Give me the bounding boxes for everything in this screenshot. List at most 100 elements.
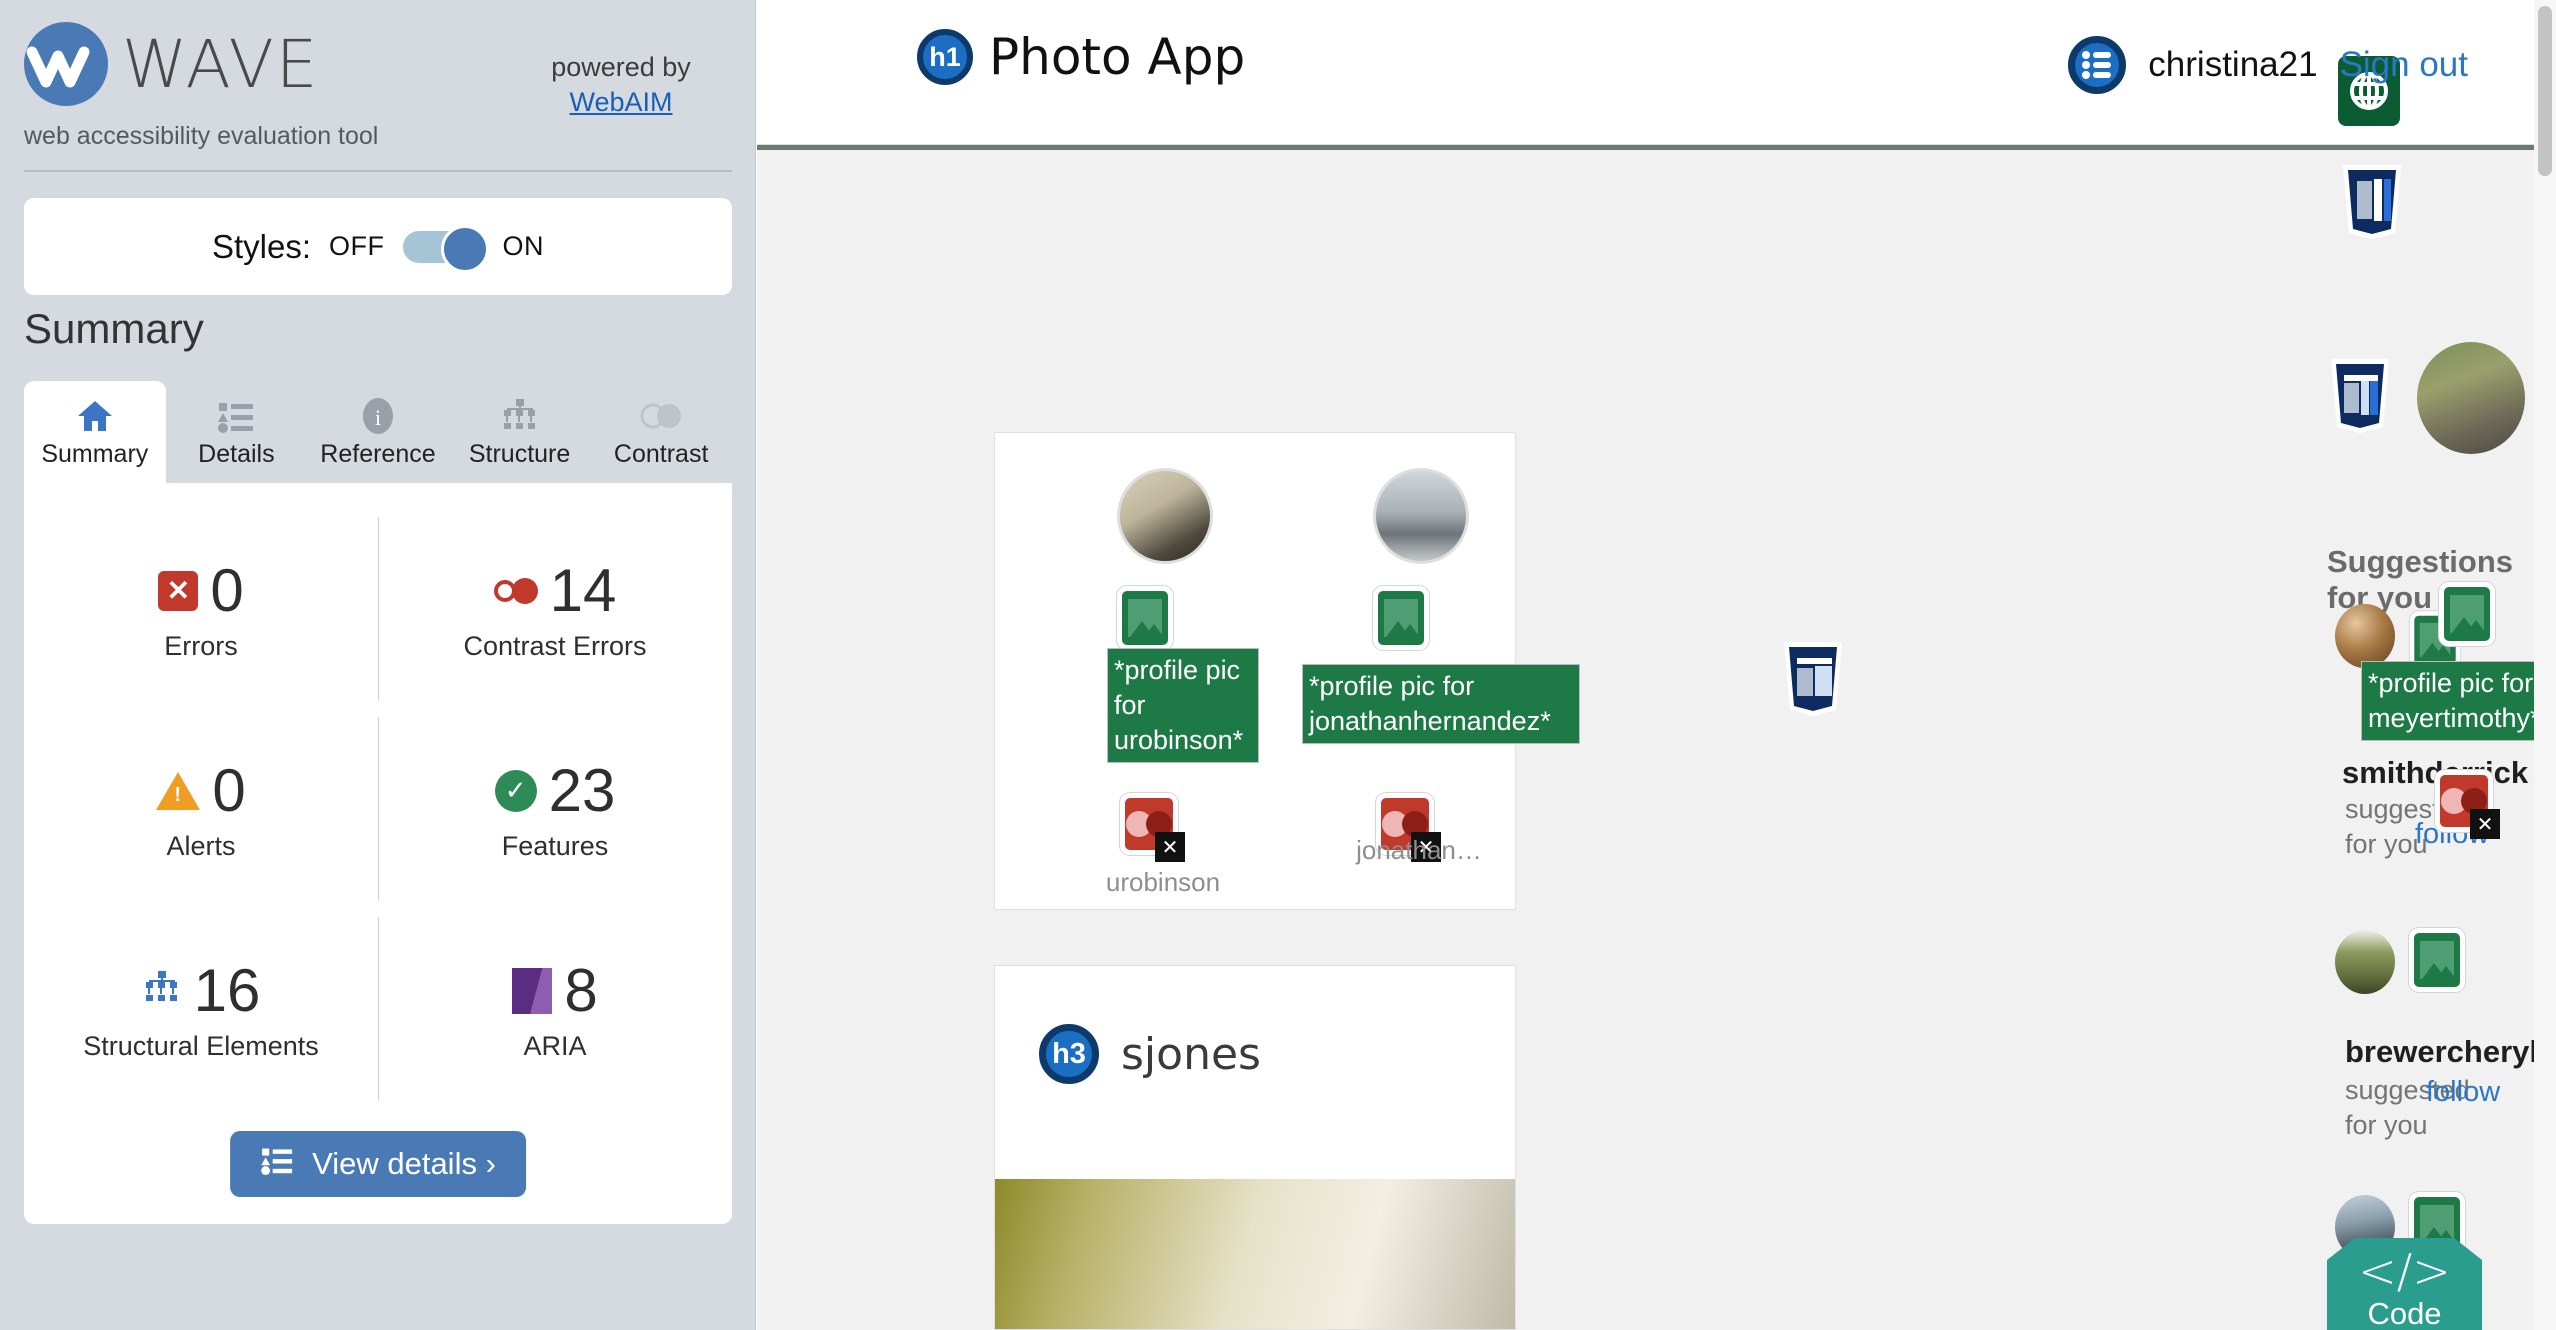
story-username: urobinson [1105,867,1221,897]
powered-by: powered by WebAIM [516,52,726,118]
stat-contrast-label: Contrast Errors [463,631,647,661]
styles-switch[interactable] [402,224,489,273]
list-icon [260,1145,294,1183]
story-username: jonathan… [1356,835,1482,865]
post-author[interactable]: h3 sjones [1039,1024,1261,1084]
avatar [2417,342,2525,454]
styles-label: Styles: [211,227,312,265]
stats-row: 16 Structural Elements 8 ARIA [24,909,732,1109]
tab-contrast-label: Contrast [613,439,709,468]
wave-sidebar: WAVE web accessibility evaluation tool p… [0,0,756,1330]
stat-errors: ✕ 0 Errors [24,509,378,709]
switch-knob [440,224,489,273]
summary-panel: Summary Details i Reference Structure Co… [24,381,732,1224]
stat-errors-label: Errors [164,631,238,661]
tab-contrast[interactable]: Contrast [590,381,732,483]
stat-features-value: 23 [548,757,616,824]
webaim-link[interactable]: WebAIM [516,87,726,118]
h1-badge: h1 [917,29,973,85]
feature-icon: ✓ [494,769,537,812]
page-title: Summary [24,305,204,352]
error-icon: ✕ [158,570,199,611]
svg-text:i: i [375,405,381,430]
stat-aria-label: ARIA [523,1031,587,1061]
story-item[interactable] [1095,468,1235,564]
sign-out-link[interactable]: Sign out [2340,45,2468,85]
suggestion-subtitle: suggested for you [2345,1075,2470,1140]
structural-element-icon [1782,640,1842,716]
code-icon: </> [2358,1244,2451,1298]
avatar [2335,930,2395,994]
info-icon: i [361,396,395,436]
tab-structure[interactable]: Structure [449,381,591,483]
styles-toggle-card: Styles: OFF ON [24,198,732,295]
tab-details-label: Details [198,439,275,468]
code-button[interactable]: </> Code [2327,1238,2482,1330]
header-separator [757,145,2556,150]
alt-text-flag: *profile pic for urobinson* [1107,648,1259,764]
stat-alerts-label: Alerts [166,831,236,861]
account-username[interactable]: christina21 [2148,45,2317,85]
contrast-error-icon: ✕ [1120,793,1185,862]
tab-reference-label: Reference [320,439,436,468]
post-image [995,1179,1515,1329]
wave-tagline: web accessibility evaluation tool [24,122,379,150]
stats-row: 0 Alerts ✓ 23 Features [24,709,732,909]
tab-summary[interactable]: Summary [24,381,166,483]
scrollbar[interactable] [2534,0,2556,1330]
post-card: h3 sjones [994,965,1516,1330]
app-brand[interactable]: h1 Photo App [917,28,1245,86]
stat-features: ✓ 23 Features [378,709,732,909]
stats-grid: ✕ 0 Errors 14 Contrast Errors 0 Al [24,483,732,1109]
image-alt-icon [1373,586,1429,650]
aria-icon [512,967,553,1014]
photo-app-page: h1 Photo App christina21 Sign out *profi… [757,0,2556,1330]
code-button-label: Code [2367,1296,2442,1330]
wave-logo-icon [24,22,108,106]
avatar [1117,468,1213,564]
toggle-off-label: OFF [329,231,385,261]
suggestion-name[interactable]: brewercheryl [2345,1034,2538,1070]
wave-wordmark: WAVE [122,25,320,103]
avatar [2335,604,2395,668]
structure-icon [142,970,182,1011]
toggle-on-label: ON [502,231,545,261]
structural-element-icon [2329,357,2389,433]
view-details-button[interactable]: View details › [230,1131,526,1197]
stats-row: ✕ 0 Errors 14 Contrast Errors [24,509,732,709]
tab-reference[interactable]: i Reference [307,381,449,483]
sitemap-icon [500,396,540,436]
contrast-icon [639,396,683,436]
alert-icon [156,771,201,810]
alt-text-flag: *profile pic for jonathanhernandez* [1302,664,1580,745]
stat-alerts: 0 Alerts [24,709,378,909]
wave-header: WAVE web accessibility evaluation tool p… [0,0,755,172]
stat-structural-elements: 16 Structural Elements [24,909,378,1109]
wave-logo: WAVE [24,22,319,106]
stat-aria: 8 ARIA [378,909,732,1109]
tab-structure-label: Structure [468,439,571,468]
h3-badge: h3 [1039,1024,1099,1084]
contrast-errors-icon [493,577,538,604]
divider [24,170,732,172]
contrast-error-icon: ✕ [2435,770,2500,839]
follow-link[interactable]: follow [2426,1076,2500,1109]
list-circle-icon [2068,36,2127,94]
post-username: sjones [1121,1028,1261,1080]
stat-contrast-value: 14 [549,557,617,624]
list-icon [217,396,255,436]
stat-structural-value: 16 [193,957,261,1024]
story-item[interactable] [1351,468,1491,564]
image-alt-icon [2439,582,2495,646]
stat-aria-value: 8 [564,957,598,1024]
tab-summary-label: Summary [41,439,149,468]
structural-element-icon [2341,163,2401,239]
app-title: Photo App [989,28,1246,86]
avatar [1373,468,1469,564]
tab-details[interactable]: Details [166,381,308,483]
stat-features-label: Features [501,831,609,861]
account-area: christina21 Sign out [2068,36,2468,94]
app-header: h1 Photo App christina21 Sign out [757,0,2556,150]
scrollbar-thumb[interactable] [2538,6,2552,176]
stat-alerts-value: 0 [212,757,246,824]
